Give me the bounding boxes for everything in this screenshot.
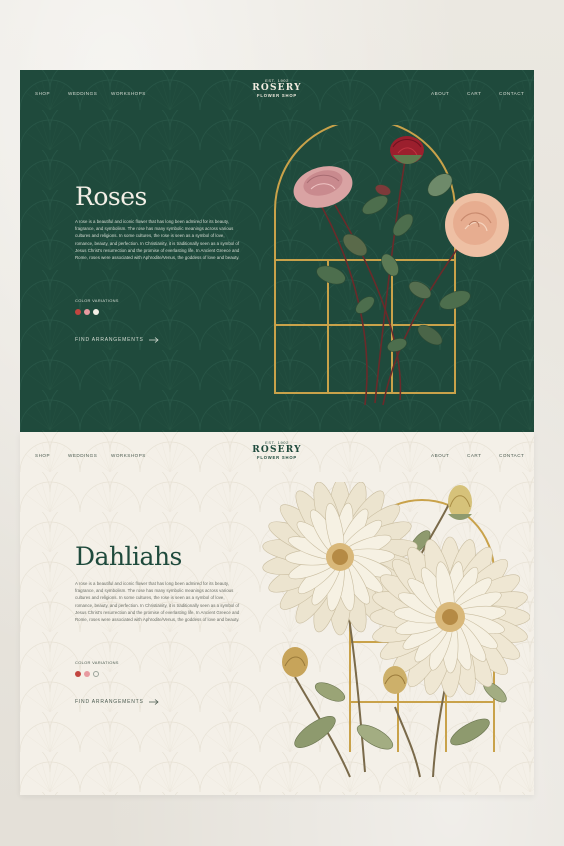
nav-weddings[interactable]: WEDDINGS — [68, 91, 97, 96]
color-variations-label: COLOR VARIATIONS — [75, 298, 119, 303]
nav-shop[interactable]: SHOP — [35, 91, 50, 96]
nav-workshops[interactable]: WORKSHOPS — [111, 453, 146, 458]
nav-weddings[interactable]: WEDDINGS — [68, 453, 97, 458]
swatch-red[interactable] — [75, 309, 81, 315]
find-arrangements-link[interactable]: FIND ARRANGEMENTS — [75, 337, 159, 343]
brand-logo[interactable]: EST. 1902 ROSERY FLOWER SHOP — [246, 78, 308, 98]
nav-about[interactable]: ABOUT — [431, 91, 449, 96]
flower-description: A rose is a beautiful and iconic flower … — [75, 581, 240, 623]
logo-name: ROSERY — [252, 445, 302, 455]
brand-logo[interactable]: EST. 1902 ROSERY FLOWER SHOP — [246, 440, 308, 460]
logo-sub: FLOWER SHOP — [257, 455, 297, 460]
nav-about[interactable]: ABOUT — [431, 453, 449, 458]
nav-workshops[interactable]: WORKSHOPS — [111, 91, 146, 96]
arrow-right-icon — [148, 337, 159, 343]
roses-hero-section: SHOP WEDDINGS WORKSHOPS ABOUT CART CONTA… — [20, 70, 534, 432]
swatch-white[interactable] — [93, 309, 99, 315]
nav-contact[interactable]: CONTACT — [499, 91, 524, 96]
nav-contact[interactable]: CONTACT — [499, 453, 524, 458]
swatch-white[interactable] — [93, 671, 99, 677]
arrow-right-icon — [148, 699, 159, 705]
color-swatches — [75, 309, 99, 315]
roses-illustration — [274, 125, 509, 406]
page-title: Dahliahs — [75, 542, 182, 571]
page-title: Roses — [75, 182, 147, 211]
red-rose — [390, 136, 424, 164]
dahlias-hero-section: SHOP WEDDINGS WORKSHOPS ABOUT CART CONTA… — [20, 432, 534, 795]
dahlia-bud-left — [282, 647, 308, 677]
logo-sub: FLOWER SHOP — [257, 93, 297, 98]
nav-cart[interactable]: CART — [467, 453, 481, 458]
color-variations-label: COLOR VARIATIONS — [75, 660, 119, 665]
dahlias-illustration — [262, 482, 530, 778]
dahlia-bud-middle — [383, 666, 407, 694]
nav-shop[interactable]: SHOP — [35, 453, 50, 458]
swatch-pink[interactable] — [84, 671, 90, 677]
logo-name: ROSERY — [252, 83, 302, 93]
dahlia-bud-top — [448, 485, 472, 520]
find-arrangements-link[interactable]: FIND ARRANGEMENTS — [75, 699, 159, 705]
find-arrangements-label: FIND ARRANGEMENTS — [75, 699, 144, 705]
pink-rose — [293, 166, 353, 208]
swatch-pink[interactable] — [84, 309, 90, 315]
peach-rose — [445, 193, 509, 257]
swatch-red[interactable] — [75, 671, 81, 677]
color-swatches — [75, 671, 99, 677]
flower-description: A rose is a beautiful and iconic flower … — [75, 219, 240, 261]
nav-cart[interactable]: CART — [467, 91, 481, 96]
find-arrangements-label: FIND ARRANGEMENTS — [75, 337, 144, 343]
